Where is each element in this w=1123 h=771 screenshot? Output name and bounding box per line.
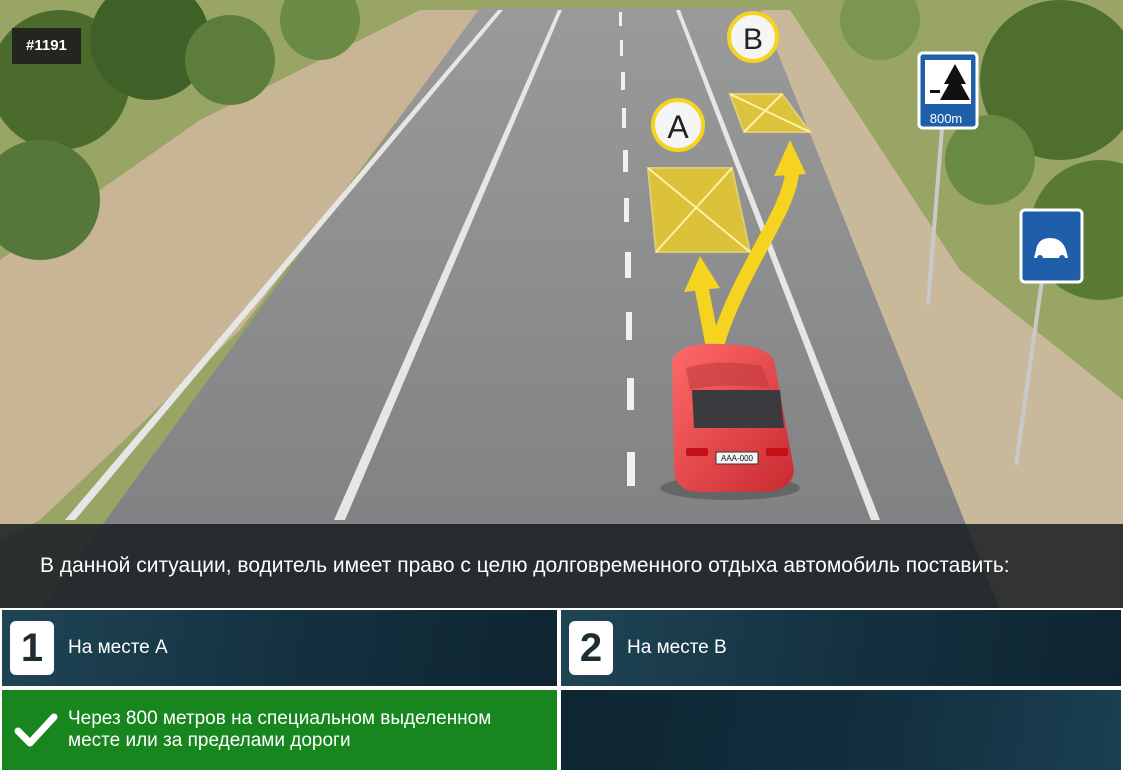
rest-sign-distance: 800m <box>930 111 963 126</box>
answer-option-1[interactable]: 1 На месте A <box>2 610 557 686</box>
answer-text: На месте A <box>68 637 168 658</box>
answers-panel: 1 На месте A 2 На месте B Через 800 метр… <box>0 608 1123 771</box>
empty-answer-slot <box>561 690 1121 770</box>
question-text: В данной ситуации, водитель имеет право … <box>0 524 1123 608</box>
check-icon <box>14 713 58 747</box>
answer-text: Через 800 метров на специальном выделенн… <box>68 708 492 751</box>
answer-number-badge: 1 <box>10 621 54 675</box>
marker-b-label: B <box>743 23 763 56</box>
marker-a-label: A <box>667 109 689 145</box>
answer-number-badge: 2 <box>569 621 613 675</box>
license-plate: AAA-000 <box>721 454 754 463</box>
road-scene-illustration: A B AAA-000 800m <box>0 0 1123 610</box>
question-number-badge: #1191 <box>12 28 81 64</box>
answer-text: На месте B <box>627 637 727 658</box>
answer-option-3-correct[interactable]: Через 800 метров на специальном выделенн… <box>2 690 557 770</box>
question-screen: A B AAA-000 800m #1191 В данной ситуации… <box>0 0 1123 771</box>
answer-option-2[interactable]: 2 На месте B <box>561 610 1121 686</box>
